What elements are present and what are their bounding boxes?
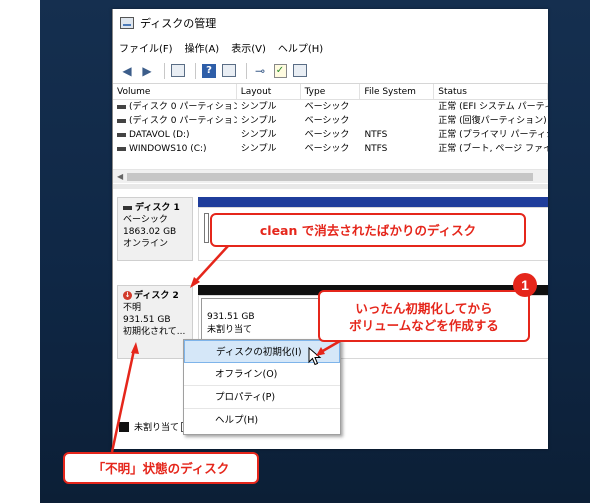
callout-clean-disk: clean で消去されたばかりのディスク [210, 213, 526, 247]
legend: 未割り当て [119, 420, 194, 433]
disk-name: ディスク 1 [135, 203, 180, 213]
volume-type: ベーシック [304, 102, 350, 112]
menu-action[interactable]: 操作(A) [185, 40, 220, 55]
volume-file-system: NTFS [364, 144, 388, 154]
volume-name: WINDOWS10 (C:) [129, 144, 207, 154]
disk-name: ディスク 2 [134, 291, 179, 301]
unallocated-label: 未割り当て [207, 325, 253, 335]
volume-layout: シンプル [240, 102, 277, 112]
help-icon[interactable]: ? [201, 63, 217, 79]
disk-2-label[interactable]: ↓ ディスク 2 不明 931.51 GB 初期化されて... [117, 285, 193, 359]
callout-unknown-disk: 「不明」状態のディスク [63, 452, 259, 484]
volume-type: ベーシック [304, 116, 350, 126]
volume-status: 正常 (ブート, ページ ファイル [438, 144, 548, 154]
volume-icon [117, 118, 126, 123]
menu-properties[interactable]: プロパティ(P) [184, 386, 340, 409]
volume-type: ベーシック [304, 130, 350, 140]
column-type[interactable]: Type [301, 84, 361, 99]
volume-type: ベーシック [304, 144, 350, 154]
volume-icon [117, 132, 126, 137]
toolbar-separator [195, 62, 196, 79]
menu-view[interactable]: 表示(V) [231, 40, 266, 55]
volume-icon [117, 146, 126, 151]
menu-file[interactable]: ファイル(F) [119, 40, 173, 55]
step-number-badge: 1 [513, 273, 537, 297]
unknown-disk-icon: ↓ [123, 291, 132, 300]
disk-1-label[interactable]: ディスク 1 ベーシック 1863.02 GB オンライン [117, 197, 193, 261]
table-row[interactable]: WINDOWS10 (C:) シンプル ベーシック NTFS 正常 (ブート, … [113, 142, 548, 156]
table-row[interactable]: DATAVOL (D:) シンプル ベーシック NTFS 正常 (プライマリ パ… [113, 128, 548, 142]
toolbar: ◀ ▶ ? ⊸ ✓ [113, 58, 548, 84]
volume-icon [117, 104, 126, 109]
legend-unallocated-swatch [119, 421, 129, 432]
disk-size: 931.51 GB [123, 315, 171, 325]
menu-bar: ファイル(F) 操作(A) 表示(V) ヘルプ(H) [113, 36, 548, 58]
scroll-left-icon[interactable]: ◀ [117, 172, 123, 181]
column-layout[interactable]: Layout [237, 84, 301, 99]
scrollbar-thumb[interactable] [127, 173, 533, 181]
check-icon[interactable]: ✓ [272, 63, 288, 79]
volume-status: 正常 (プライマリ パーティショ [438, 130, 548, 140]
toolbar-separator [164, 62, 165, 79]
disk-icon [123, 205, 132, 210]
disk-type: ベーシック [123, 215, 168, 225]
callout-line: ボリュームなどを作成する [349, 318, 499, 333]
toolbar-separator [246, 62, 247, 79]
primary-partition-bar [198, 197, 548, 207]
connect-icon[interactable]: ⊸ [252, 63, 268, 79]
column-file-system[interactable]: File System [360, 84, 435, 99]
volume-name: DATAVOL (D:) [129, 130, 190, 140]
forward-arrow-icon[interactable]: ▶ [139, 63, 155, 79]
volume-list-header: Volume Layout Type File System Status [113, 84, 548, 100]
console-tree-icon[interactable] [170, 63, 186, 79]
volume-layout: シンプル [240, 144, 277, 154]
volume-layout: シンプル [240, 130, 277, 140]
partition-marker [204, 213, 209, 243]
mouse-cursor-icon [308, 347, 322, 366]
disk-status: オンライン [123, 239, 169, 249]
table-row[interactable]: (ディスク 0 パーティション 2) シンプル ベーシック 正常 (EFI シス… [113, 100, 548, 114]
disk-size: 1863.02 GB [123, 227, 177, 237]
unallocated-size: 931.51 GB [207, 312, 255, 322]
window-title: ディスクの管理 [140, 16, 217, 30]
column-status[interactable]: Status [434, 84, 548, 99]
screenshot-frame: ディスクの管理 ファイル(F) 操作(A) 表示(V) ヘルプ(H) ◀ ▶ ?… [0, 0, 590, 503]
list-view-icon[interactable] [292, 63, 308, 79]
disk-status: 初期化されて... [123, 327, 186, 337]
volume-file-system [360, 114, 434, 128]
callout-line: いったん初期化してから [355, 301, 493, 316]
title-bar[interactable]: ディスクの管理 [113, 9, 548, 36]
horizontal-scrollbar[interactable]: ◀ [113, 169, 548, 183]
column-volume[interactable]: Volume [113, 84, 237, 99]
properties-icon[interactable] [221, 63, 237, 79]
volume-name: (ディスク 0 パーティション 5) [129, 116, 237, 126]
volume-status: 正常 (EFI システム パーティ [438, 102, 548, 112]
volume-layout: シンプル [240, 116, 277, 126]
menu-help[interactable]: ヘルプ(H) [278, 40, 323, 55]
back-arrow-icon[interactable]: ◀ [119, 63, 135, 79]
disk-type: 不明 [123, 303, 142, 313]
volume-name: (ディスク 0 パーティション 2) [129, 102, 237, 112]
volume-status: 正常 (回復パーティション) [438, 116, 547, 126]
disk-management-icon [120, 16, 134, 29]
volume-file-system: NTFS [364, 130, 388, 140]
callout-initialize-first: いったん初期化してから ボリュームなどを作成する [318, 290, 530, 342]
legend-label: 未割り当て [134, 423, 180, 433]
menu-help[interactable]: ヘルプ(H) [184, 409, 340, 432]
table-row[interactable]: (ディスク 0 パーティション 5) シンプル ベーシック 正常 (回復パーティ… [113, 114, 548, 128]
volume-file-system [360, 100, 434, 114]
